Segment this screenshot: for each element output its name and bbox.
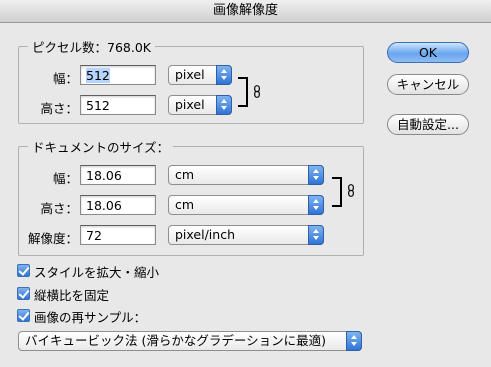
pixel-link-bracket [238, 77, 248, 107]
pixel-height-unit-select[interactable]: pixel [168, 95, 232, 115]
resample-image-checkbox[interactable] [17, 309, 30, 322]
pixel-width-unit-select[interactable]: pixel [168, 65, 232, 85]
select-arrows-icon [346, 331, 362, 351]
select-arrows-icon [216, 65, 232, 85]
doc-width-field[interactable]: 18.06 [80, 165, 156, 185]
window-title: 画像解像度 [0, 0, 491, 23]
select-arrows-icon [308, 225, 324, 245]
resolution-unit-select[interactable]: pixel/inch [168, 225, 324, 245]
doc-link-bracket [332, 177, 342, 207]
select-arrows-icon [216, 95, 232, 115]
constrain-proportions-label: 縦横比を固定 [34, 288, 110, 303]
resolution-unit-value: pixel/inch [175, 227, 235, 242]
resample-image-label: 画像の再サンプル： [34, 310, 147, 325]
pixel-height-field[interactable]: 512 [80, 95, 156, 115]
doc-height-field[interactable]: 18.06 [80, 195, 156, 215]
doc-height-unit-select[interactable]: cm [168, 195, 324, 215]
doc-height-label: 高さ： [40, 201, 78, 216]
pixel-width-field[interactable]: 512 [80, 65, 156, 85]
cancel-button[interactable]: キャンセル [387, 74, 469, 95]
resolution-field[interactable]: 72 [80, 225, 156, 245]
doc-width-unit-value: cm [175, 167, 195, 182]
constrain-proportions-checkbox[interactable] [17, 287, 30, 300]
pixel-width-value: 512 [86, 68, 110, 83]
chain-link-icon [348, 184, 354, 197]
resolution-label: 解像度： [27, 231, 78, 246]
resample-method-select[interactable]: バイキュービック法 (滑らかなグラデーションに最適) [18, 331, 362, 351]
scale-styles-checkbox[interactable] [17, 264, 30, 277]
pixel-width-label: 幅： [52, 71, 78, 86]
doc-width-unit-select[interactable]: cm [168, 165, 324, 185]
pixel-height-label: 高さ： [40, 101, 78, 116]
pixel-dimensions-legend: ピクセル数：768.0K [28, 37, 155, 56]
doc-width-label: 幅： [52, 171, 78, 186]
select-arrows-icon [308, 165, 324, 185]
pixel-height-unit-value: pixel [175, 97, 205, 112]
scale-styles-label: スタイルを拡大・縮小 [34, 265, 160, 280]
auto-button[interactable]: 自動設定... [387, 114, 469, 135]
chain-link-icon [254, 85, 260, 98]
doc-height-unit-value: cm [175, 197, 195, 212]
ok-button[interactable]: OK [387, 42, 469, 63]
pixel-height-value: 512 [86, 98, 110, 113]
pixel-width-unit-value: pixel [175, 67, 205, 82]
select-arrows-icon [308, 195, 324, 215]
document-size-legend: ドキュメントのサイズ： [28, 137, 174, 156]
resample-method-value: バイキュービック法 (滑らかなグラデーションに最適) [25, 333, 326, 348]
